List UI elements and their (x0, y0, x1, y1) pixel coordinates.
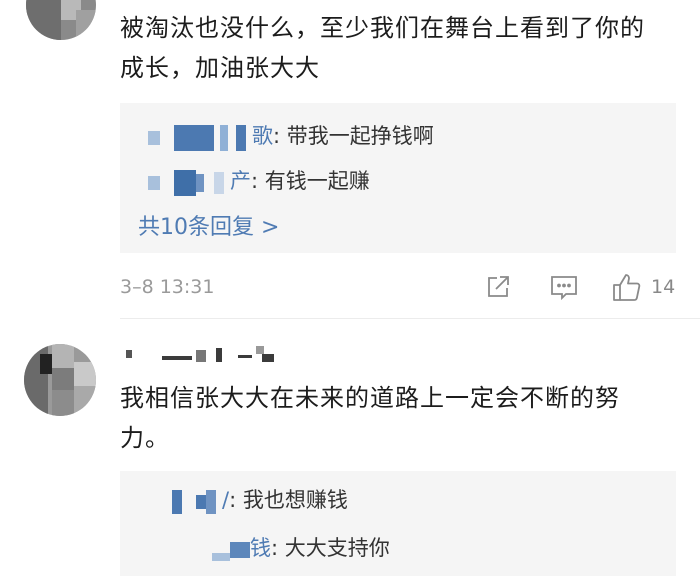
reply-item[interactable]: 产: 有钱一起赚 (148, 166, 370, 197)
reply-username[interactable]: 钱 (250, 536, 271, 560)
reply-text: : 我也想赚钱 (229, 488, 348, 512)
reply-username[interactable]: 歌 (252, 124, 273, 148)
blurred-username (148, 167, 224, 197)
reply-text: : 有钱一起赚 (251, 169, 370, 193)
reply-box[interactable]: /: 我也想赚钱 钱: 大大支持你 (120, 471, 676, 576)
avatar[interactable] (24, 344, 96, 416)
reply-item[interactable]: 歌: 带我一起挣钱啊 (148, 121, 434, 152)
comment-button[interactable] (549, 273, 579, 301)
timestamp: 3–8 13:31 (120, 276, 215, 298)
blurred-username (148, 122, 246, 152)
comment-text: 被淘汰也没什么，至少我们在舞台上看到了你的成长，加油张大大 (120, 14, 645, 82)
share-button[interactable] (484, 273, 512, 301)
reply-item[interactable]: 钱: 大大支持你 (212, 533, 390, 564)
reply-text: : 带我一起挣钱啊 (273, 124, 434, 148)
username[interactable] (120, 346, 290, 372)
blurred-username (212, 534, 250, 564)
comment-text: 我相信张大大在未来的道路上一定会不断的努力。 (120, 384, 620, 452)
blurred-username (172, 486, 216, 516)
like-count: 14 (651, 276, 676, 298)
share-icon (488, 276, 509, 297)
more-replies-link[interactable]: 共10条回复 > (138, 209, 279, 241)
comment-icon (551, 276, 577, 301)
reply-username[interactable]: 产 (230, 169, 251, 193)
reply-item[interactable]: /: 我也想赚钱 (172, 485, 348, 516)
thumbs-up-icon (613, 274, 641, 301)
reply-box[interactable]: 歌: 带我一起挣钱啊 产: 有钱一起赚 共10条回复 > (120, 103, 676, 253)
like-button[interactable]: 14 (611, 271, 675, 303)
avatar[interactable] (26, 0, 96, 40)
divider (120, 318, 700, 319)
reply-text: : 大大支持你 (271, 536, 390, 560)
